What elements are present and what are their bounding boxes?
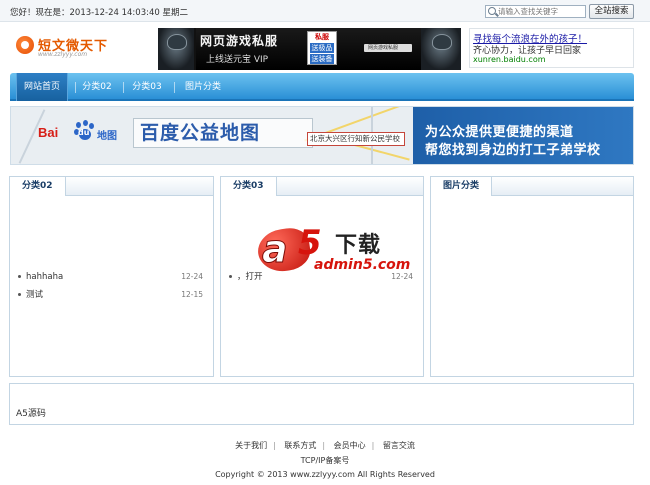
map-location-bubble: 北京大兴区行知新公民学校 [307,132,405,146]
banner-title: 网页游戏私服 [200,34,279,48]
links-box: A5源码 [9,383,634,425]
baidu-map-banner[interactable]: Bai du 地图 百度公益地图 北京大兴区行知新公民学校 为公众提供更便捷的渠… [10,106,634,165]
map-banner-title: 百度公益地图 [133,118,313,148]
site-logo[interactable]: 短文微天下 www.zzlyyy.com [16,34,126,60]
main-nav: 网站首页 分类02 分类03 图片分类 [10,73,634,101]
list-item[interactable]: ，打开 12-24 [229,271,413,283]
map-banner-line2: 帮您找到身边的打工子弟学校 [425,143,601,158]
gun-image: 网页游戏私服 [364,44,412,52]
list-item[interactable]: hahhaha 12-24 [18,271,203,283]
search-icon [488,7,496,15]
game-banner-ad[interactable]: 网页游戏私服 上线送元宝 VIP 私服 送极品 送装备 网页游戏私服 [158,28,461,70]
footer-link-member[interactable]: 会员中心 [334,441,366,450]
logo-url: www.zzlyyy.com [38,51,88,58]
icp-record[interactable]: TCP/IP备案号 [0,455,650,466]
panel-title[interactable]: 分类02 [10,177,66,196]
nav-item-category-02[interactable]: 分类02 [78,73,116,101]
site-search-button[interactable]: 全站搜索 [589,4,634,19]
baidu-du-text: du [78,128,90,137]
nav-item-home[interactable]: 网站首页 [16,73,68,101]
greeting-text: 您好！现在是：2013-12-24 14:03:40 星期二 [10,8,188,18]
soldier-image-right [421,28,461,70]
panel-category-03: 分类03 a 5 下载 admin5.com ，打开 12-24 [220,176,424,377]
footer-link-guestbook[interactable]: 留言交流 [383,441,415,450]
footer-link-contact[interactable]: 联系方式 [284,441,316,450]
baidu-map-suffix: 地图 [97,131,117,142]
a5-download-logo[interactable]: a 5 下载 admin5.com [255,219,410,279]
logo-icon [16,36,34,54]
banner-badge: 私服 送极品 送装备 [307,31,337,65]
bullet-icon [229,275,232,278]
footer-link-about[interactable]: 关于我们 [235,441,267,450]
bullet-icon [18,293,21,296]
nav-item-category-03[interactable]: 分类03 [128,73,166,101]
banner-subtitle: 上线送元宝 VIP [206,55,269,65]
panel-title[interactable]: 图片分类 [431,177,493,196]
bullet-icon [18,275,21,278]
map-banner-line1: 为公众提供更便捷的渠道 [425,125,574,140]
search-input[interactable] [498,6,584,17]
copyright: Copyright © 2013 www.zzlyyy.com All Righ… [215,470,435,479]
links-box-text[interactable]: A5源码 [16,406,46,419]
header: 短文微天下 www.zzlyyy.com 网页游戏私服 上线送元宝 VIP 私服… [0,22,650,72]
top-bar: 您好！现在是：2013-12-24 14:03:40 星期二 全站搜索 [0,0,650,22]
panel-title[interactable]: 分类03 [221,177,277,196]
text-ad-url[interactable]: xunren.baidu.com [473,55,546,64]
panel-category-02: 分类02 hahhaha 12-24 测试 12-15 [9,176,214,377]
panel-image-category: 图片分类 [430,176,634,377]
footer-links: 关于我们 | 联系方式 | 会员中心 | 留言交流 [235,441,415,450]
soldier-image-left [158,28,194,70]
text-ad[interactable]: 寻找每个流浪在外的孩子！ 齐心协力，让孩子早日回家 xunren.baidu.c… [469,28,634,68]
list-item[interactable]: 测试 12-15 [18,289,203,301]
nav-item-image-category[interactable]: 图片分类 [180,73,226,101]
baidu-logo-text: Bai [38,125,59,140]
search-box[interactable] [485,5,586,18]
